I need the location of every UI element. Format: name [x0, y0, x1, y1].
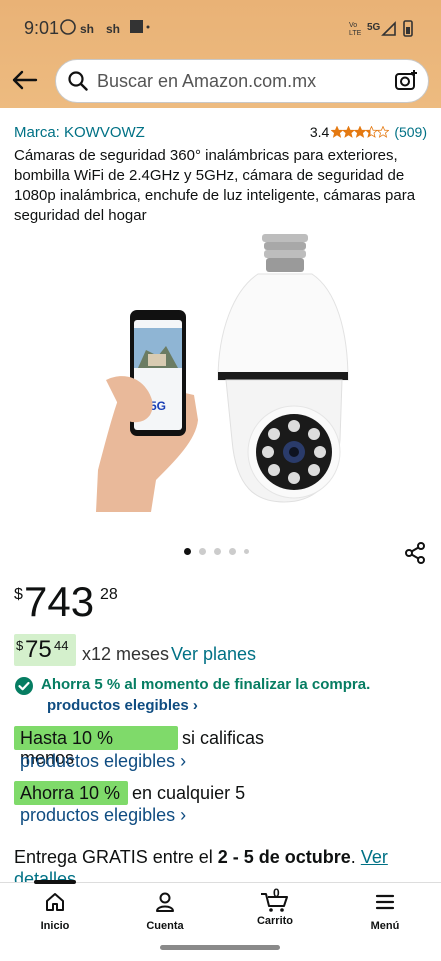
promo-highlight-1: Hasta 10 % menos — [14, 726, 178, 768]
eligible-products-link-3[interactable]: productos elegibles › — [20, 805, 186, 826]
image-carousel-dots[interactable] — [184, 548, 249, 555]
checkout-savings-text: Ahorra 5 % al momento de finalizar la co… — [41, 676, 371, 693]
ver-detalles-link[interactable]: Ver — [361, 847, 388, 867]
share-icon[interactable] — [403, 541, 427, 565]
eligible-products-link-2[interactable]: productos elegibles › — [20, 751, 186, 772]
user-icon — [156, 892, 174, 912]
status-notification-icon: sh sh — [60, 19, 150, 36]
notification-icons: sh sh — [60, 18, 150, 41]
header-bar: 9:01 sh sh Vo LTE 5G Buscar en Amazon.co… — [0, 0, 441, 108]
brand-link[interactable]: Marca: KOWVOWZ — [14, 124, 145, 141]
system-home-indicator[interactable] — [160, 945, 280, 950]
monthly-cents: 44 — [54, 638, 69, 653]
signal-battery-icon: Vo LTE 5G — [349, 20, 413, 37]
carousel-dot[interactable] — [214, 548, 221, 555]
carousel-dot[interactable] — [184, 548, 191, 555]
svg-text:5G: 5G — [367, 22, 381, 33]
nav-inicio[interactable]: Inicio — [15, 891, 95, 932]
svg-text:sh: sh — [80, 22, 94, 36]
price-currency: $ — [14, 586, 23, 603]
hamburger-menu-icon — [375, 894, 395, 910]
rating-stars-icon — [331, 126, 390, 138]
home-icon — [46, 893, 64, 911]
carousel-dot[interactable] — [244, 549, 249, 554]
status-time: 9:01 — [24, 18, 60, 38]
monthly-term: x12 meses — [82, 644, 170, 664]
price-cents: 28 — [100, 586, 118, 603]
search-icon — [68, 71, 88, 91]
rating-value: 3.4 — [309, 124, 330, 140]
nav-cuenta[interactable]: Cuenta — [125, 891, 205, 932]
product-title: Cámaras de seguridad 360° inalámbricas p… — [14, 147, 416, 224]
price-whole: 743 — [24, 578, 95, 625]
ver-planes-link[interactable]: Ver planes — [171, 644, 256, 665]
check-circle-icon — [15, 677, 33, 695]
rating-count: (509) — [394, 124, 427, 140]
back-arrow-icon[interactable] — [10, 68, 38, 92]
nav-carrito[interactable]: 0 Carrito — [235, 886, 315, 927]
delivery-prefix: Entrega GRATIS entre el — [14, 847, 218, 867]
nav-label: Carrito — [256, 915, 294, 927]
nav-label: Cuenta — [146, 920, 184, 932]
promo-text-2: en cualquier 5 — [132, 783, 246, 803]
active-tab-indicator — [34, 880, 76, 884]
bottom-navigation: Inicio Cuenta 0 Carrito Menú — [0, 880, 441, 961]
product-image[interactable]: 5G — [86, 230, 356, 520]
promo-highlight-2: Ahorra 10 % — [14, 781, 128, 805]
carousel-dot[interactable] — [229, 548, 236, 555]
monthly-price-badge: $ 75 44 — [14, 634, 76, 666]
status-signal: Vo LTE 5G — [349, 18, 419, 41]
carousel-dot[interactable] — [199, 548, 206, 555]
monthly-whole: 75 — [25, 636, 52, 663]
camera-search-icon[interactable] — [394, 69, 418, 93]
delivery-suffix: . — [350, 847, 361, 867]
eligible-products-link-1[interactable]: productos elegibles › — [47, 697, 198, 714]
nav-label: Inicio — [40, 920, 70, 932]
cart-count: 0 — [273, 886, 280, 900]
svg-text:sh: sh — [106, 22, 120, 36]
svg-text:LTE: LTE — [349, 30, 362, 37]
status-bar: 9:01 sh sh Vo LTE 5G — [0, 0, 441, 56]
svg-text:Vo: Vo — [349, 22, 357, 29]
rating-summary[interactable]: 3.4 (509) — [310, 124, 427, 140]
search-input[interactable]: Buscar en Amazon.com.mx — [55, 59, 429, 103]
nav-label: Menú — [370, 920, 400, 932]
search-placeholder: Buscar en Amazon.com.mx — [97, 71, 317, 91]
delivery-info: Entrega GRATIS entre el 2 - 5 de octubre… — [14, 847, 388, 868]
nav-menu[interactable]: Menú — [345, 891, 425, 932]
delivery-dates: 2 - 5 de octubre — [217, 847, 351, 867]
promo-text-1: si calificas — [182, 728, 265, 748]
monthly-currency: $ — [16, 638, 24, 653]
